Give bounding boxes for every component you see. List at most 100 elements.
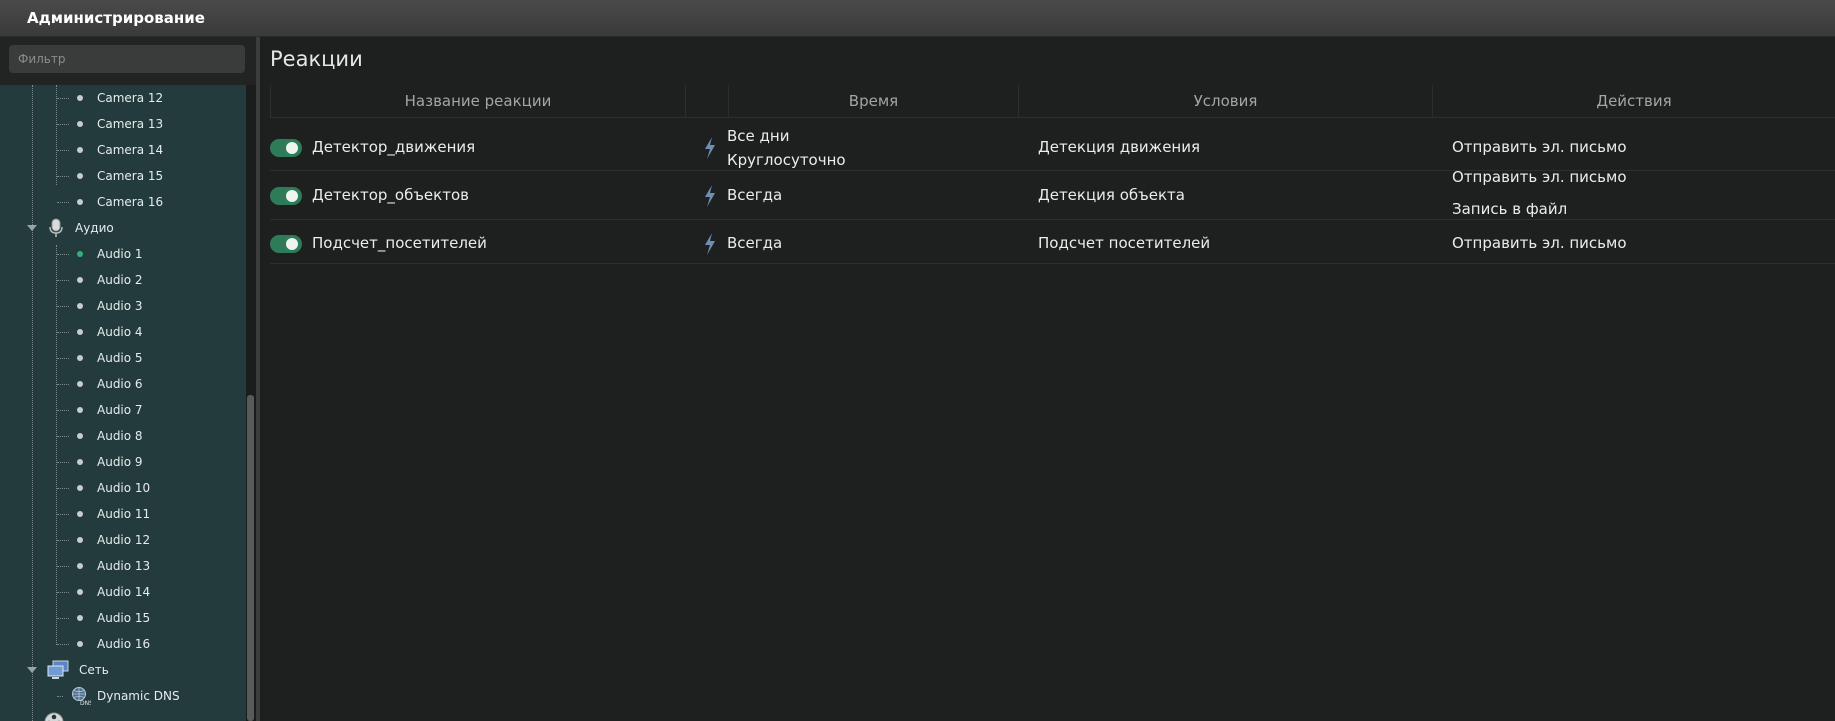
tree-item-label: Audio 12	[97, 533, 151, 547]
tree-item-camera[interactable]: Camera 15	[57, 163, 163, 189]
status-dot	[77, 303, 83, 309]
tree-item-audio[interactable]: Audio 10	[57, 475, 150, 501]
status-dot	[77, 121, 83, 127]
tree-item-audio[interactable]: Audio 15	[57, 605, 150, 631]
tree-scrollbar-thumb[interactable]	[247, 395, 254, 721]
tree-item-label: Audio 16	[97, 637, 151, 651]
tree-item-label: Camera 12	[97, 91, 164, 105]
table-row[interactable]: Детектор_движения Все дни Круглосуточно …	[270, 125, 1835, 171]
enable-toggle[interactable]	[270, 139, 302, 157]
time-period: Круглосуточно	[727, 151, 846, 169]
reaction-action: Запись в файл	[1452, 200, 1568, 218]
reaction-condition: Детекция объекта	[1038, 186, 1185, 204]
status-dot	[77, 511, 83, 517]
table-header: Название реакции Время Условия Действия	[270, 85, 1835, 118]
reaction-action: Отправить эл. письмо	[1452, 138, 1627, 156]
column-header-time[interactable]: Время	[728, 85, 1018, 117]
window-titlebar: Администрирование	[0, 0, 1835, 37]
tree-guide-line	[32, 85, 33, 721]
tree-item-label: Audio 8	[97, 429, 143, 443]
reaction-action: Отправить эл. письмо	[1452, 168, 1627, 186]
time-schedule: Всегда	[727, 234, 783, 252]
lightning-icon	[705, 137, 715, 159]
chevron-down-icon[interactable]	[27, 225, 37, 231]
device-tree: Camera 12 Camera 13 Camera 14 Camera 15 …	[0, 85, 246, 721]
status-dot	[77, 407, 83, 413]
status-dot	[77, 251, 83, 257]
status-dot	[77, 355, 83, 361]
tree-item-label: Camera 15	[97, 169, 164, 183]
tree-item-audio[interactable]: Audio 16	[57, 631, 150, 657]
tree-item-label: Audio 14	[97, 585, 151, 599]
tree-item-audio[interactable]: Audio 5	[57, 345, 143, 371]
main-panel: Реакции Название реакции Время Условия Д…	[260, 37, 1835, 721]
tree-item-label: Audio 13	[97, 559, 151, 573]
svg-text:DNS: DNS	[80, 700, 91, 706]
column-header-icon[interactable]	[685, 85, 728, 117]
lightning-icon	[705, 185, 715, 207]
tree-item-label: Audio 5	[97, 351, 143, 365]
tree-item-audio[interactable]: Audio 8	[57, 423, 143, 449]
status-dot	[77, 433, 83, 439]
tree-item-label: Audio 7	[97, 403, 143, 417]
tree-group-label: Сеть	[79, 663, 109, 677]
status-dot	[77, 329, 83, 335]
tree-item-camera[interactable]: Camera 14	[57, 137, 163, 163]
tree-item-audio[interactable]: Audio 3	[57, 293, 143, 319]
tree-item-label: Audio 15	[97, 611, 151, 625]
tree-group-network[interactable]: Сеть	[27, 657, 109, 683]
tree-item-label: Audio 6	[97, 377, 143, 391]
tree-item-audio[interactable]: Audio 13	[57, 553, 150, 579]
tree-item-label: Audio 9	[97, 455, 143, 469]
microphone-icon	[49, 218, 63, 237]
chevron-down-icon[interactable]	[27, 667, 37, 673]
tree-item-audio[interactable]: Audio 14	[57, 579, 150, 605]
status-dot	[77, 277, 83, 283]
time-schedule: Все дни	[727, 127, 790, 145]
tree-item-audio[interactable]: Audio 1	[57, 241, 143, 267]
reaction-action: Отправить эл. письмо	[1452, 234, 1627, 252]
tree-item-camera[interactable]: Camera 16	[57, 189, 163, 215]
tree-item-label: Audio 2	[97, 273, 143, 287]
tree-item-label: Camera 14	[97, 143, 164, 157]
tree-item-audio[interactable]: Audio 9	[57, 449, 143, 475]
tree-item-audio[interactable]: Audio 12	[57, 527, 150, 553]
filter-input[interactable]	[9, 45, 245, 73]
film-reel-icon	[44, 712, 64, 721]
status-dot	[77, 381, 83, 387]
tree-item-camera[interactable]: Camera 13	[57, 111, 163, 137]
column-header-conditions[interactable]: Условия	[1018, 85, 1432, 117]
page-title: Реакции	[270, 47, 363, 71]
network-monitors-icon	[47, 660, 69, 679]
tree-item-audio[interactable]: Audio 6	[57, 371, 143, 397]
status-dot	[77, 147, 83, 153]
tree-item-dynamic-dns[interactable]: DNS Dynamic DNS	[57, 683, 180, 709]
tree-item-audio[interactable]: Audio 11	[57, 501, 150, 527]
tree-group-partial[interactable]	[44, 709, 74, 721]
table-row[interactable]: Детектор_объектов Всегда Детекция объект…	[270, 168, 1835, 220]
tree-item-label: Camera 16	[97, 195, 164, 209]
tree-item-label: Audio 4	[97, 325, 143, 339]
enable-toggle[interactable]	[270, 187, 302, 205]
column-header-name[interactable]: Название реакции	[270, 85, 685, 117]
status-dot	[77, 615, 83, 621]
lightning-icon	[705, 233, 715, 255]
tree-item-label: Dynamic DNS	[97, 689, 180, 703]
enable-toggle[interactable]	[270, 235, 302, 253]
tree-group-audio[interactable]: Аудио	[27, 215, 114, 241]
table-row[interactable]: Подсчет_посетителей Всегда Подсчет посет…	[270, 232, 1835, 264]
tree-item-camera[interactable]: Camera 12	[57, 85, 163, 111]
tree-item-label: Audio 11	[97, 507, 151, 521]
tree-item-audio[interactable]: Audio 4	[57, 319, 143, 345]
tree-item-audio[interactable]: Audio 7	[57, 397, 143, 423]
reaction-condition: Подсчет посетителей	[1038, 234, 1211, 252]
reaction-name: Детектор_объектов	[312, 186, 469, 204]
status-dot	[77, 199, 83, 205]
dns-globe-icon: DNS	[72, 687, 91, 706]
status-dot	[77, 95, 83, 101]
column-header-actions[interactable]: Действия	[1432, 85, 1835, 117]
tree-group-label: Аудио	[75, 221, 114, 235]
status-dot	[77, 641, 83, 647]
tree-item-audio[interactable]: Audio 2	[57, 267, 143, 293]
status-dot	[77, 537, 83, 543]
